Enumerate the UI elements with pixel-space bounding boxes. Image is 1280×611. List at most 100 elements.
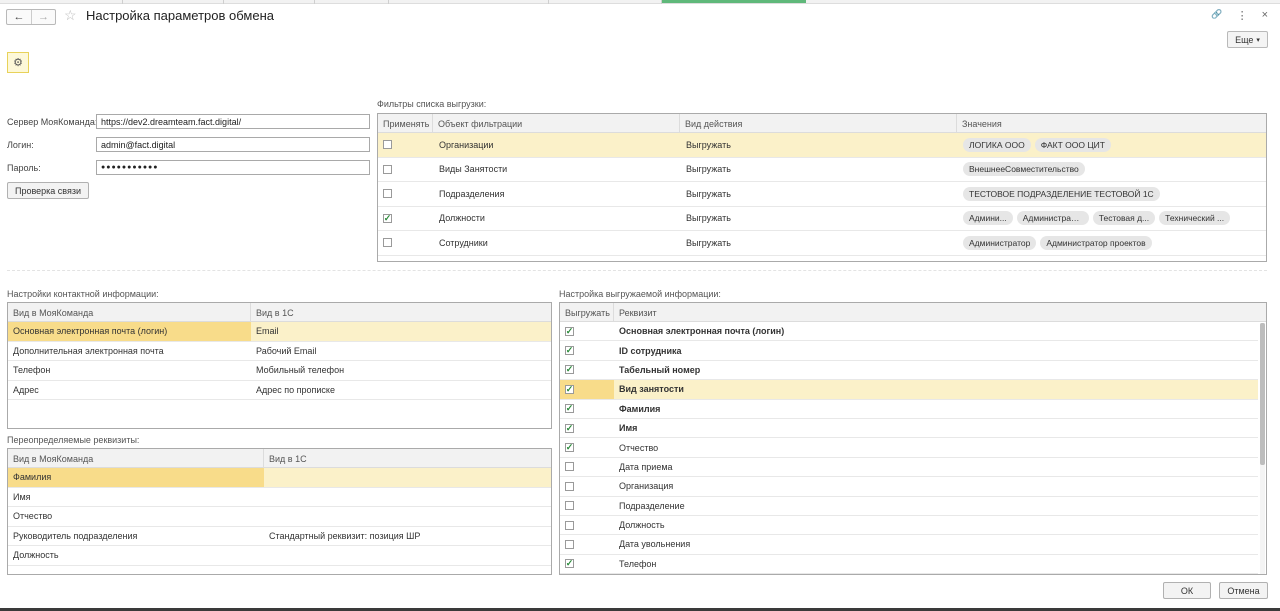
more-button[interactable]: Еще ▾ (1227, 31, 1268, 48)
col-values[interactable]: Значения (957, 114, 1266, 132)
export-checkbox[interactable]: ✓ (565, 365, 574, 375)
override-table-header: Вид в МояКоманда Вид в 1С (8, 449, 551, 468)
filter-row[interactable]: Подразделения Выгружать ТЕСТОВОЕ ПОДРАЗДЕЛ… (378, 182, 1266, 207)
values-cell: ЛОГИКА ООО ФАКТ ООО ЦИТ (957, 133, 1266, 157)
value-tag[interactable]: Администратор проектов (1040, 235, 1152, 250)
export-checkbox[interactable]: ✓ (565, 384, 574, 394)
table-row[interactable]: Телефон Мобильный телефон (8, 361, 551, 381)
value-tag[interactable]: ВнешнееСовместительство (963, 162, 1085, 177)
export-checkbox[interactable]: ✓ (565, 326, 574, 336)
table-row[interactable]: Руководитель подразделения Стандартный ре… (8, 527, 551, 546)
password-input[interactable]: ●●●●●●●●●●● (96, 160, 370, 175)
col-mk[interactable]: Вид в МояКоманда (8, 303, 251, 321)
check-connection-button[interactable]: Проверка связи (7, 182, 89, 199)
table-row[interactable]: Должность (8, 546, 551, 566)
apply-checkbox[interactable] (383, 164, 392, 174)
back-button[interactable]: ← (7, 10, 31, 24)
col-export[interactable]: Выгружать (560, 303, 614, 321)
mk-cell: Основная электронная почта (логин) (8, 322, 251, 341)
table-row[interactable]: Отчество (8, 507, 551, 527)
table-row[interactable]: Имя (8, 488, 551, 507)
table-row[interactable]: Дополнительная электронная почта Рабочий … (8, 342, 551, 361)
export-row[interactable]: ✓ Отчество (560, 438, 1258, 458)
action-cell: Выгружать (686, 213, 731, 224)
export-cell (560, 458, 614, 476)
export-row[interactable]: ✓ Табельный номер (560, 361, 1258, 381)
export-checkbox[interactable]: ✓ (565, 443, 574, 453)
contact-table: Вид в МояКоманда Вид в 1С Основная элект… (7, 302, 552, 429)
value-tag[interactable]: Админи... (963, 211, 1013, 226)
value-tag[interactable]: Администратор (963, 235, 1037, 250)
export-checkbox[interactable]: ✓ (565, 346, 574, 356)
value-tag[interactable]: ФАКТ ООО ЦИТ (1034, 137, 1111, 152)
filter-row[interactable]: Организации Выгружать ЛОГИКА ООО ФАКТ ООО Ц… (378, 133, 1266, 158)
forward-button[interactable]: → (31, 10, 55, 24)
col-mk[interactable]: Вид в МояКоманда (8, 449, 264, 467)
apply-checkbox[interactable] (383, 189, 392, 199)
export-row[interactable]: ✓ Основная электронная почта (логин) (560, 322, 1258, 342)
window-controls: 🔗 ⋮ × (1211, 9, 1268, 22)
kebab-menu-icon[interactable]: ⋮ (1237, 9, 1248, 22)
attribute-cell: Фамилия (619, 403, 661, 414)
server-input[interactable]: https://dev2.dreamteam.fact.digital/ (96, 114, 370, 129)
close-icon[interactable]: × (1262, 9, 1268, 22)
table-row[interactable]: Фамилия (8, 468, 551, 488)
value-tag[interactable]: Администрато... (1016, 211, 1089, 226)
login-input[interactable]: admin@fact.digital (96, 137, 370, 152)
apply-checkbox[interactable] (383, 238, 392, 248)
export-row[interactable]: Дата приема (560, 458, 1258, 478)
table-row[interactable]: Основная электронная почта (логин) Email (8, 322, 551, 342)
filter-row[interactable]: ✓ Должности Выгружать Админи... Администрато… (378, 207, 1266, 231)
value-tag[interactable]: ТЕСТОВОЕ ПОДРАЗДЕЛЕНИЕ ТЕСТОВОЙ 1С (963, 186, 1160, 201)
object-cell: Организации (439, 139, 494, 150)
export-checkbox[interactable] (565, 462, 574, 472)
export-row[interactable]: ✓ Вид занятости (560, 380, 1258, 400)
export-scrollbar[interactable] (1260, 323, 1265, 574)
export-checkbox[interactable] (565, 501, 574, 511)
export-row[interactable]: Организация (560, 477, 1258, 497)
col-action[interactable]: Вид действия (680, 114, 957, 132)
apply-checkbox[interactable] (383, 140, 392, 150)
export-checkbox[interactable] (565, 481, 574, 491)
col-object[interactable]: Объект фильтрации (433, 114, 680, 132)
col-1c[interactable]: Вид в 1С (251, 303, 551, 321)
export-checkbox[interactable]: ✓ (565, 423, 574, 433)
filter-row[interactable]: Сотрудники Выгружать Администратор Админист… (378, 231, 1266, 256)
cancel-button[interactable]: Отмена (1219, 582, 1268, 599)
ok-button[interactable]: ОК (1163, 582, 1211, 599)
value-tag[interactable]: Технический ... (1159, 211, 1231, 226)
export-row[interactable]: Дата увольнения (560, 535, 1258, 555)
scrollbar-thumb[interactable] (1260, 323, 1265, 465)
export-checkbox[interactable] (565, 520, 574, 530)
export-checkbox[interactable]: ✓ (565, 559, 574, 569)
filters-table-header: Применять Объект фильтрации Вид действия… (378, 114, 1266, 133)
object-cell: Должности (439, 213, 485, 224)
filter-row[interactable]: Виды Занятости Выгружать ВнешнееСовместите… (378, 158, 1266, 182)
mk-cell: Отчество (13, 511, 53, 522)
link-icon[interactable]: 🔗 (1211, 9, 1222, 22)
export-cell: ✓ (560, 322, 614, 340)
col-attribute[interactable]: Реквизит (614, 303, 1266, 321)
export-checkbox[interactable] (565, 539, 574, 549)
col-1c[interactable]: Вид в 1С (264, 449, 551, 467)
settings-button[interactable]: ⚙ (7, 52, 29, 73)
export-checkbox[interactable]: ✓ (565, 404, 574, 414)
favorite-star-icon[interactable]: ☆ (64, 7, 77, 24)
export-row[interactable]: ✓ ID сотрудника (560, 341, 1258, 361)
value-tag[interactable]: Тестовая д... (1092, 211, 1156, 226)
export-row[interactable]: Подразделение (560, 497, 1258, 516)
gear-icon: ⚙ (13, 57, 23, 69)
value-tag[interactable]: ЛОГИКА ООО (963, 137, 1031, 152)
export-row[interactable]: ✓ Фамилия (560, 400, 1258, 419)
attribute-cell: ID сотрудника (619, 345, 682, 356)
col-apply[interactable]: Применять (378, 114, 433, 132)
export-cell (560, 497, 614, 515)
export-row[interactable]: ✓ Телефон (560, 555, 1258, 574)
export-cell: ✓ (560, 361, 614, 379)
password-label: Пароль: (7, 163, 41, 173)
apply-checkbox[interactable]: ✓ (383, 213, 392, 223)
export-row[interactable]: Должность (560, 516, 1258, 536)
table-row[interactable]: Адрес Адрес по прописке (8, 381, 551, 400)
export-row[interactable]: ✓ Имя (560, 419, 1258, 439)
back-arrow-icon: ← (13, 11, 25, 23)
